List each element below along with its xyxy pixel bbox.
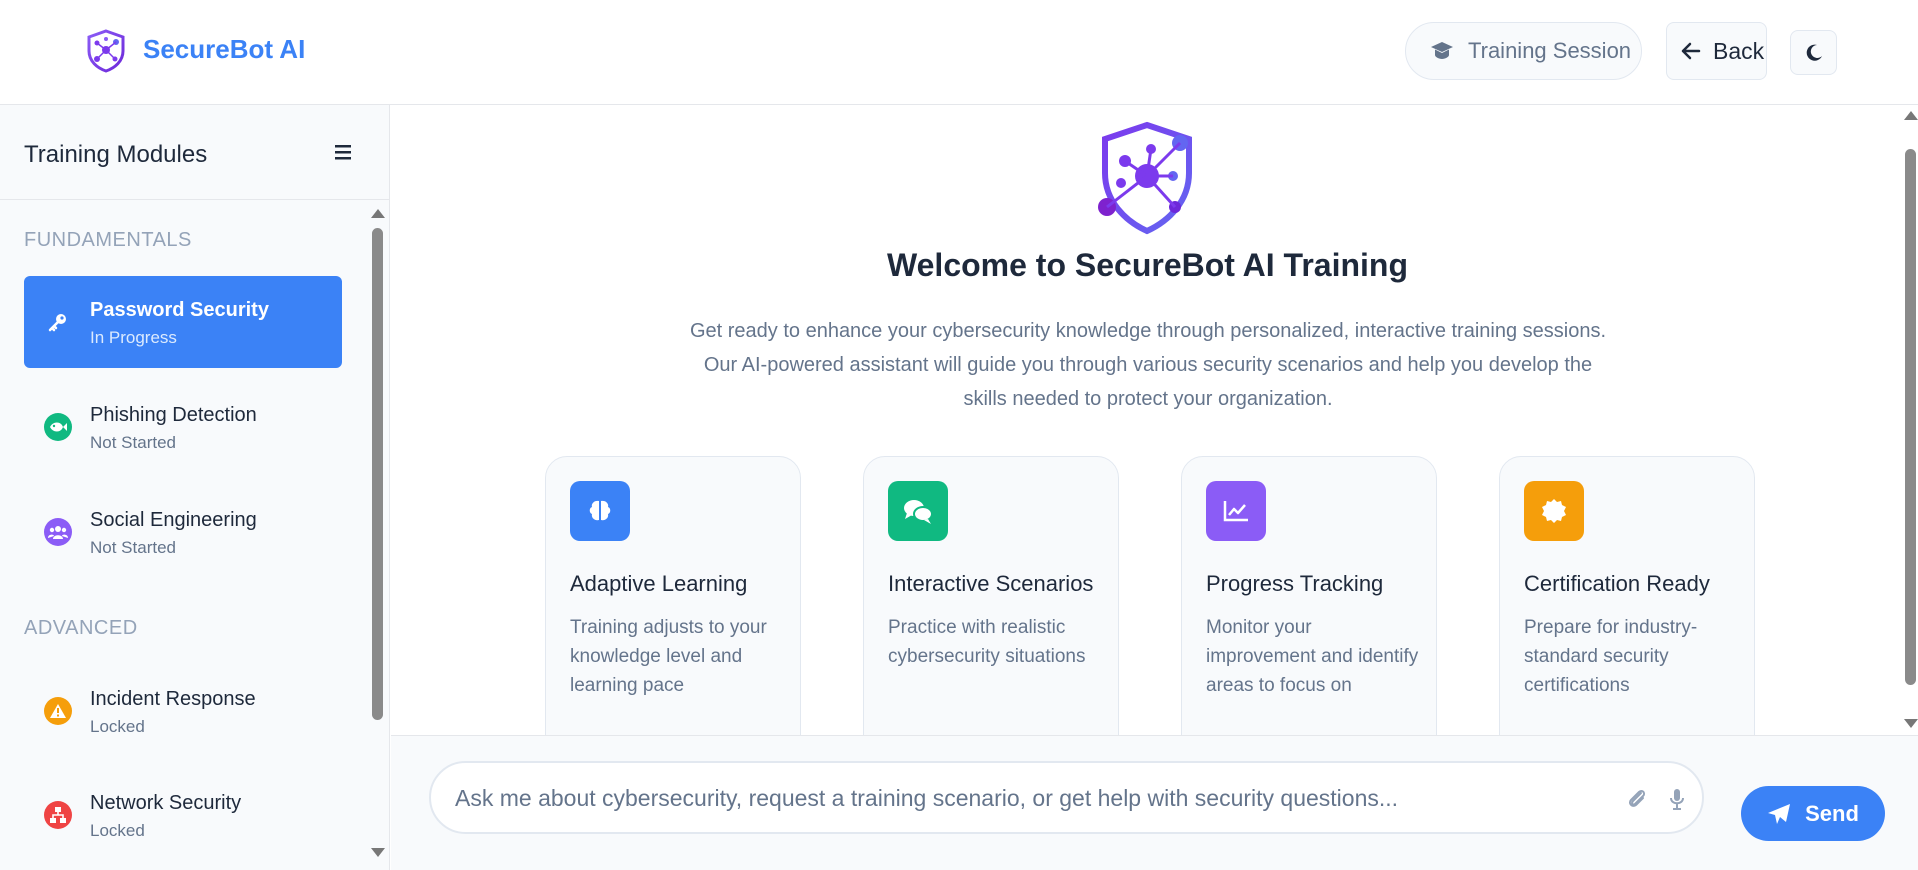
main-scroll-up-arrow[interactable] [1904,111,1918,120]
feature-title: Adaptive Learning [570,571,748,596]
sidebar-item-password-security[interactable]: Password Security In Progress [24,276,342,368]
feature-description: Practice with realistic cybersecurity si… [888,617,1086,667]
app-name[interactable]: SecureBot AI [143,34,305,65]
module-name: Incident Response [90,688,256,710]
sidebar: Training Modules FUNDAMENTALS Password S… [0,105,390,870]
welcome-title: Welcome to SecureBot AI Training [887,247,1408,283]
section-label-fundamentals: FUNDAMENTALS [24,229,192,251]
welcome-description: Get ready to enhance your cybersecurity … [689,320,1607,410]
feature-description: Prepare for industry-standard security c… [1524,617,1698,696]
section-label-advanced: ADVANCED [24,617,138,639]
sidebar-title: Training Modules [24,141,208,168]
paper-plane-icon [1768,803,1791,824]
chart-line-icon [1206,481,1266,541]
shield-network-logo-icon[interactable] [85,29,127,73]
feature-title: Certification Ready [1524,571,1710,596]
warning-icon [44,697,72,725]
training-session-badge: Training Session [1405,22,1642,80]
feature-description: Training adjusts to your knowledge level… [570,617,767,696]
main-scrollbar-thumb[interactable] [1905,149,1916,685]
feature-card-certification-ready: Certification Ready Prepare for industry… [1499,456,1755,735]
chat-input-bar: Send [391,735,1918,870]
module-status: In Progress [90,328,177,347]
module-name: Phishing Detection [90,404,257,426]
menu-icon[interactable] [333,142,355,162]
feature-card-adaptive-learning: Adaptive Learning Training adjusts to yo… [545,456,801,735]
microphone-icon[interactable] [1668,787,1686,811]
paperclip-icon[interactable] [1626,787,1648,811]
sidebar-item-phishing-detection[interactable]: Phishing Detection Not Started [24,381,342,473]
training-session-label: Training Session [1468,38,1632,63]
chat-message-input[interactable] [455,777,1605,819]
shield-network-hero-icon [1098,121,1192,235]
feature-card-progress-tracking: Progress Tracking Monitor your improveme… [1181,456,1437,735]
graduation-cap-icon [1431,42,1453,59]
main-scroll-down-arrow[interactable] [1904,719,1918,728]
brain-icon [570,481,630,541]
module-status: Not Started [90,538,176,557]
feature-title: Interactive Scenarios [888,571,1094,596]
module-status: Not Started [90,433,176,452]
feature-title: Progress Tracking [1206,571,1384,596]
sidebar-scrollbar-thumb[interactable] [372,228,383,720]
send-label: Send [1805,800,1859,826]
send-button[interactable]: Send [1741,786,1885,841]
sidebar-scroll-down-arrow[interactable] [371,848,385,857]
module-status: Locked [90,821,145,840]
dark-mode-toggle[interactable] [1790,30,1837,75]
back-label: Back [1713,37,1765,64]
top-header: SecureBot AI Training Session Back [0,0,1918,105]
key-icon [44,308,72,336]
module-name: Social Engineering [90,509,257,531]
sidebar-header: Training Modules [0,105,389,200]
module-name: Password Security [90,299,269,321]
feature-description: Monitor your improvement and identify ar… [1206,617,1419,696]
feature-card-interactive-scenarios: Interactive Scenarios Practice with real… [863,456,1119,735]
sidebar-item-network-security[interactable]: Network Security Locked [24,769,342,861]
sidebar-scroll-up-arrow[interactable] [371,209,385,218]
sidebar-item-social-engineering[interactable]: Social Engineering Not Started [24,486,342,578]
main-content: Welcome to SecureBot AI Training Get rea… [391,105,1918,735]
chat-input-container [429,761,1704,834]
arrow-left-icon [1681,42,1701,60]
users-icon [44,518,72,546]
certificate-icon [1524,481,1584,541]
module-name: Network Security [90,792,242,814]
module-status: Locked [90,717,145,736]
moon-icon [1806,44,1822,61]
network-icon [44,801,72,829]
chat-bubbles-icon [888,481,948,541]
sidebar-item-incident-response[interactable]: Incident Response Locked [24,665,342,757]
fish-icon [44,413,72,441]
back-button[interactable]: Back [1666,22,1767,80]
